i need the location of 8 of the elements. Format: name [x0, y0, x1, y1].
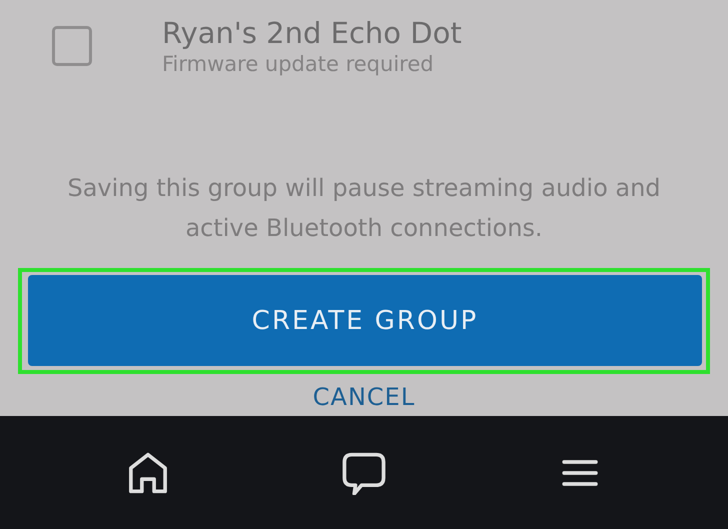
device-status: Firmware update required [162, 52, 435, 76]
chat-icon[interactable] [342, 450, 386, 494]
home-icon[interactable] [126, 450, 170, 494]
device-name: Ryan's 2nd Echo Dot [162, 16, 462, 50]
notice-text: Saving this group will pause streaming audio and active Bluetooth connections. [66, 173, 662, 244]
checkbox[interactable] [52, 26, 92, 66]
cancel-button[interactable]: CANCEL [312, 382, 416, 412]
create-group-button[interactable]: CREATE GROUP [28, 275, 702, 366]
